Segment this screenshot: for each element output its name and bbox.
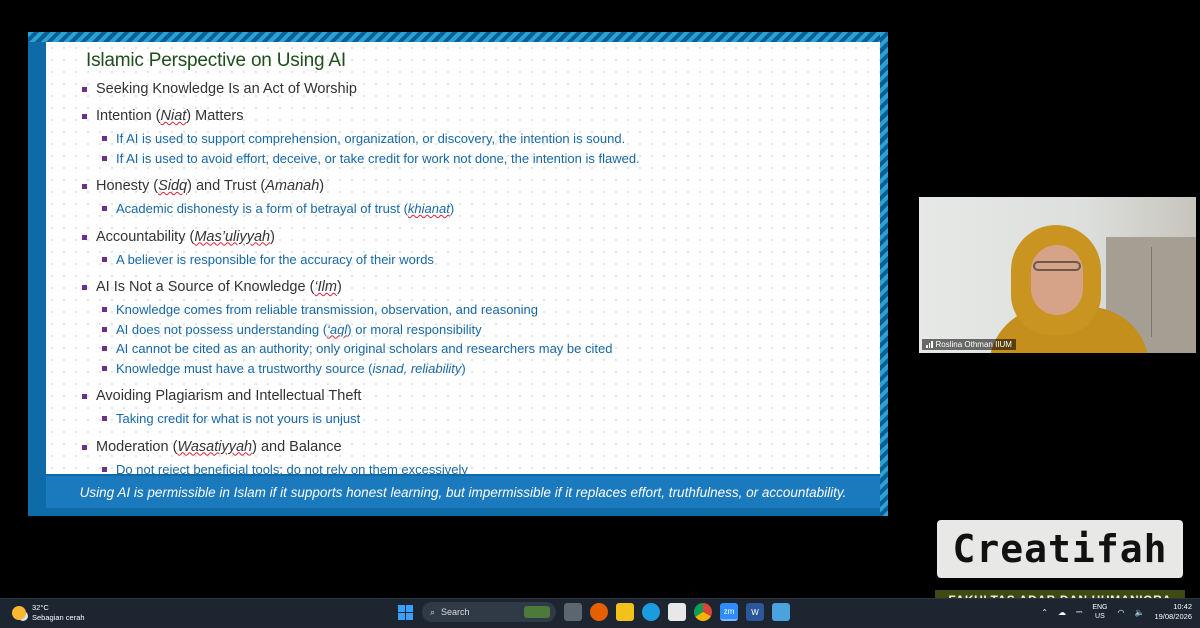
weather-widget[interactable]: 32°C Sebagian cerah xyxy=(12,603,85,623)
text-run: Amanah xyxy=(265,178,320,194)
text-run: khianat xyxy=(407,201,450,216)
text-run: ) xyxy=(336,279,342,295)
bullet-heading: Moderation (Wasatiyyah) and Balance xyxy=(82,438,862,456)
text-run: A believer is responsible for the accura… xyxy=(116,251,434,267)
search-icon: ⌕ xyxy=(430,606,436,617)
text-run: Taking credit for what is not yours is u… xyxy=(116,411,361,426)
watermark-logo: Creatifah xyxy=(937,520,1183,578)
bullet-heading: Avoiding Plagiarism and Intellectual The… xyxy=(82,387,862,405)
slide-right-stripe xyxy=(880,32,888,516)
sub-bullet: Knowledge must have a trustworthy source… xyxy=(82,359,862,379)
text-run: Academic dishonesty is a form of betraya… xyxy=(116,201,408,216)
text-run: AI Is Not a Source of Knowledge ( xyxy=(96,279,315,295)
windows-start-icon[interactable] xyxy=(396,603,414,621)
system-tray: ⌃ ☁ ⎓ ENG US ◠ 🔈 10:42 19/08/2026 xyxy=(1041,602,1192,622)
text-run: AI cannot be cited as an authority; only… xyxy=(116,341,613,356)
text-run: Wasatiyyah xyxy=(177,438,253,455)
search-placeholder: Search xyxy=(441,607,470,617)
text-run: ‘Ilm xyxy=(314,279,337,295)
presentation-slide: Islamic Perspective on Using AI Seeking … xyxy=(28,32,888,516)
clock-time: 10:42 xyxy=(1173,602,1192,611)
text-run: ) xyxy=(461,360,466,376)
bullet-heading: Intention (Niat) Matters xyxy=(82,107,862,125)
bullet-heading: Accountability (Mas’uliyyah) xyxy=(82,228,862,246)
participant-nametag: Roslina Othman IIUM xyxy=(922,339,1016,350)
person-glasses xyxy=(1033,261,1081,271)
signal-strength-icon xyxy=(926,341,933,348)
edge-icon[interactable] xyxy=(642,603,660,621)
text-run: If AI is used to avoid effort, deceive, … xyxy=(116,150,640,166)
word-icon[interactable]: W xyxy=(746,603,764,621)
sub-bullet: Academic dishonesty is a form of betraya… xyxy=(82,199,862,219)
wifi-icon[interactable]: ◠ xyxy=(1118,608,1125,617)
language-indicator[interactable]: ENG US xyxy=(1092,603,1107,621)
text-run: Seeking Knowledge Is an Act of Worship xyxy=(96,81,357,97)
participant-name: Roslina Othman IIUM xyxy=(935,340,1012,349)
sub-bullet: Knowledge comes from reliable transmissi… xyxy=(82,300,862,320)
slide-title: Islamic Perspective on Using AI xyxy=(86,50,346,71)
chevron-up-icon[interactable]: ⌃ xyxy=(1041,608,1048,617)
firefox-icon[interactable] xyxy=(590,603,608,621)
slide-footer-banner: Using AI is permissible in Islam if it s… xyxy=(46,476,880,508)
search-highlight-icon xyxy=(524,606,550,618)
text-run: ) xyxy=(449,201,455,216)
text-run: Intention ( xyxy=(96,108,161,124)
speaker-icon[interactable]: 🔈 xyxy=(1134,608,1144,617)
weather-temp: 32°C xyxy=(32,603,49,612)
bullet-list: Seeking Knowledge Is an Act of Worship In… xyxy=(82,80,862,479)
sub-bullet: AI cannot be cited as an authority; only… xyxy=(82,339,862,359)
person-face xyxy=(1031,245,1083,315)
participant-video-tile[interactable]: Roslina Othman IIUM xyxy=(919,197,1196,353)
text-run: Avoiding Plagiarism and Intellectual The… xyxy=(96,388,362,404)
text-run: If AI is used to support comprehension, … xyxy=(116,131,626,146)
text-run: Sidq xyxy=(158,178,188,194)
weather-desc: Sebagian cerah xyxy=(32,613,85,622)
sub-bullet: AI does not possess understanding (‘aql)… xyxy=(82,320,862,340)
sub-bullet: Taking credit for what is not yours is u… xyxy=(82,409,862,429)
text-run: ) and Balance xyxy=(252,438,342,455)
text-run: Accountability ( xyxy=(96,228,195,245)
task-view-icon[interactable] xyxy=(564,603,582,621)
slide-top-stripe xyxy=(28,32,888,42)
text-run: Do not reject beneficial tools; do not r… xyxy=(116,461,468,477)
watermark-title: Creatifah xyxy=(952,527,1168,571)
usb-icon[interactable]: ⎓ xyxy=(1076,607,1082,617)
text-run: ) xyxy=(270,228,275,245)
store-icon[interactable] xyxy=(668,603,686,621)
zoom-icon[interactable]: zm xyxy=(720,603,738,621)
text-run: ) xyxy=(319,178,325,194)
taskbar-apps: ⌕ Search zm W xyxy=(396,602,790,622)
text-run: Knowledge comes from reliable transmissi… xyxy=(116,302,538,317)
sub-bullet: A believer is responsible for the accura… xyxy=(82,250,862,270)
text-run: ) or moral responsibility xyxy=(347,321,482,337)
text-run: ‘aql xyxy=(327,321,348,337)
clock-date: 19/08/2026 xyxy=(1154,612,1192,621)
weather-sun-icon xyxy=(12,606,26,620)
cloud-icon[interactable]: ☁ xyxy=(1058,608,1066,617)
clock[interactable]: 10:42 19/08/2026 xyxy=(1154,602,1192,622)
slide-body: Islamic Perspective on Using AI Seeking … xyxy=(46,42,880,477)
bullet-heading: AI Is Not a Source of Knowledge (‘Ilm) xyxy=(82,278,862,296)
windows-taskbar: 32°C Sebagian cerah ⌕ Search zm W ⌃ ☁ ⎓ … xyxy=(0,598,1200,628)
text-run: Moderation ( xyxy=(96,438,178,455)
sub-bullet: If AI is used to support comprehension, … xyxy=(82,129,862,149)
file-explorer-icon[interactable] xyxy=(616,603,634,621)
text-run: Knowledge must have a trustworthy source… xyxy=(116,360,373,376)
bullet-heading: Seeking Knowledge Is an Act of Worship xyxy=(82,80,862,98)
text-run: isnad, reliability xyxy=(372,360,462,376)
text-run: ) and Trust ( xyxy=(187,178,266,194)
chrome-icon[interactable] xyxy=(694,603,712,621)
sub-bullet: If AI is used to avoid effort, deceive, … xyxy=(82,149,862,169)
text-run: Mas’uliyyah xyxy=(194,228,271,245)
text-run: Honesty ( xyxy=(96,178,159,194)
text-run: Niat xyxy=(160,108,187,124)
notepad-icon[interactable] xyxy=(772,603,790,621)
text-run: AI does not possess understanding ( xyxy=(116,321,328,337)
taskbar-search-box[interactable]: ⌕ Search xyxy=(422,602,556,622)
text-run: ) Matters xyxy=(186,108,244,124)
bullet-heading: Honesty (Sidq) and Trust (Amanah) xyxy=(82,177,862,195)
